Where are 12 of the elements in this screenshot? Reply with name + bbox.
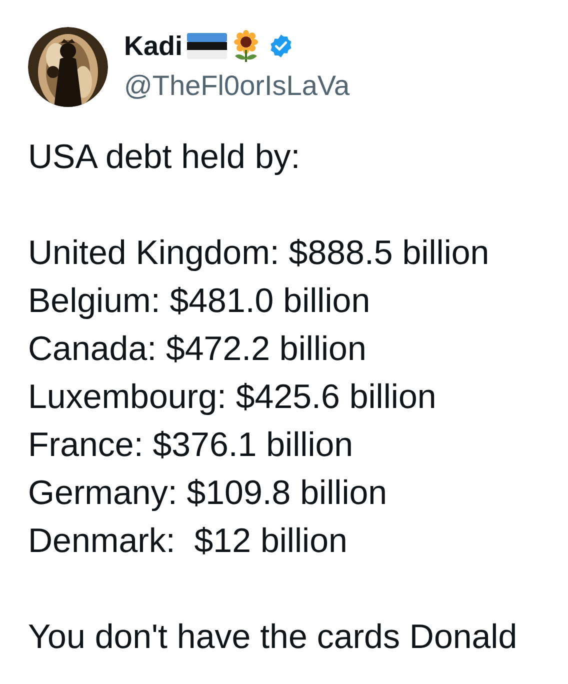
tweet-text: Canada: $472.2 billion: [28, 329, 368, 370]
user-handle: @TheFl0orIsLaVa: [124, 70, 350, 102]
tweet-text: Belgium: $481.0 billion: [28, 281, 372, 322]
author-name: Kadi: [124, 30, 183, 62]
tweet-text: Germany: $109.8 billion: [28, 473, 388, 514]
tweet-text: Luxembourg: $425.6 billion: [28, 377, 438, 418]
flag-icon: [186, 33, 227, 59]
tweet-text: Denmark: $12 billion: [28, 521, 348, 562]
tweet-text: France: $376.1 billion: [28, 425, 354, 466]
tweet-text: USA debt held by:: [28, 137, 302, 178]
tweet-text: You don't have the cards Donald: [28, 617, 518, 658]
tweet-text: United Kingdom: $888.5 billion: [28, 233, 490, 274]
